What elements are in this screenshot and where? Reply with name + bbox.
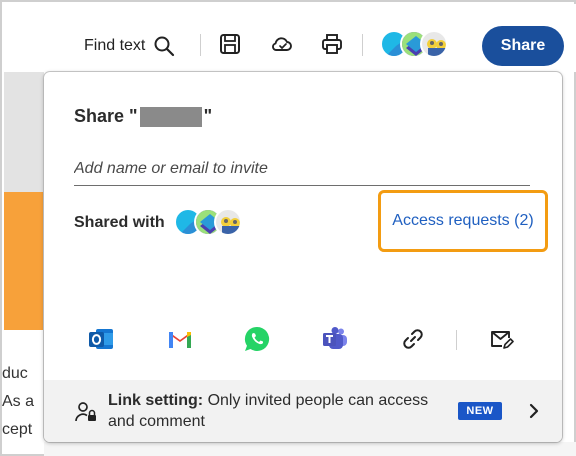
share-dialog-title: Share " " (74, 106, 212, 127)
document-panel (4, 72, 44, 192)
avatar (420, 30, 448, 58)
app-window: Find text Share duc As a cept Share " " … (0, 0, 576, 456)
share-apps-divider (456, 330, 457, 350)
share-dialog: Share " " Shared with Access requests (2… (44, 72, 562, 442)
document-text: duc (2, 365, 28, 382)
teams-icon (323, 327, 347, 349)
link-setting-label: Link setting: (108, 392, 204, 409)
collaborator-avatars[interactable] (380, 30, 448, 58)
whatsapp-button[interactable] (242, 324, 272, 354)
chevron-right-icon[interactable] (524, 400, 544, 422)
avatar (214, 208, 242, 236)
document-highlight-block (4, 192, 44, 330)
gmail-icon (169, 332, 191, 348)
document-footer (44, 442, 576, 456)
redacted-file-name (139, 106, 202, 127)
link-setting-text: Link setting: Only invited people can ac… (108, 390, 438, 432)
email-button[interactable] (486, 324, 516, 354)
document-text: As a (2, 393, 35, 410)
share-button[interactable]: Share (482, 26, 564, 66)
share-title-suffix: " (203, 106, 213, 126)
link-icon (403, 329, 423, 349)
shared-with-avatars[interactable] (174, 208, 242, 236)
share-apps-row (44, 324, 562, 358)
search-icon (154, 36, 175, 57)
new-badge: NEW (458, 402, 502, 420)
cloud-sync-icon[interactable] (270, 32, 294, 56)
teams-button[interactable] (320, 324, 350, 354)
document-text: cept (2, 421, 33, 438)
find-text-button[interactable]: Find text (84, 28, 175, 64)
toolbar-divider (200, 34, 201, 56)
outlook-button[interactable] (86, 324, 116, 354)
save-icon[interactable] (218, 32, 242, 56)
print-icon[interactable] (320, 32, 344, 56)
find-text-label: Find text (84, 37, 146, 54)
share-title-prefix: Share " (74, 106, 138, 126)
user-lock-icon (75, 402, 96, 422)
email-icon (491, 331, 514, 349)
outlook-icon (89, 329, 113, 349)
access-requests-link[interactable]: Access requests (2) (392, 212, 533, 230)
toolbar-divider (362, 34, 363, 56)
gmail-button[interactable] (165, 324, 195, 354)
invite-input[interactable] (74, 152, 530, 186)
link-setting-row[interactable]: Link setting: Only invited people can ac… (44, 380, 562, 442)
copy-link-button[interactable] (398, 324, 428, 354)
access-requests-highlight: Access requests (2) (378, 190, 548, 252)
whatsapp-icon (244, 326, 270, 351)
top-toolbar: Find text Share (4, 4, 576, 72)
shared-with-label: Shared with (74, 214, 165, 231)
